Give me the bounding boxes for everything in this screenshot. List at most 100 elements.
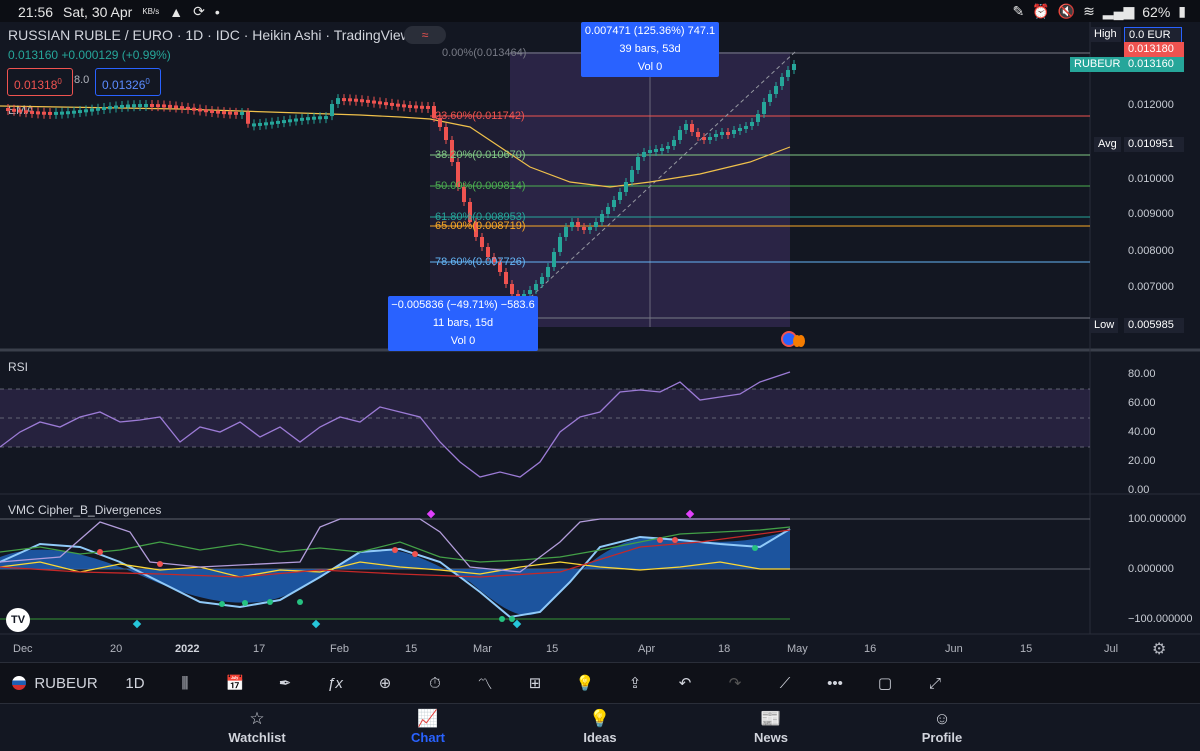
low-value: 0.005985 <box>1124 318 1184 333</box>
candle <box>228 111 232 115</box>
candle <box>276 120 280 124</box>
candle <box>186 106 190 110</box>
candle <box>342 98 346 102</box>
candle <box>270 121 274 125</box>
nav-watchlist[interactable]: ☆ Watchlist <box>197 708 317 745</box>
candle <box>66 111 70 115</box>
mute-icon: 🔇 <box>1057 3 1076 19</box>
candle <box>360 99 364 103</box>
nav-ideas[interactable]: 💡 Ideas <box>540 708 660 745</box>
candle <box>288 119 292 123</box>
candle <box>234 111 238 115</box>
candle <box>102 106 106 110</box>
candle <box>510 284 514 294</box>
candle <box>672 140 676 146</box>
strategy-chart-icon[interactable]: 〽 <box>460 673 510 694</box>
candle <box>42 111 46 115</box>
alert-clock-icon[interactable]: ⏱ <box>410 675 460 692</box>
candle <box>582 227 586 230</box>
measure-box-top[interactable]: 0.007471 (125.36%) 747.1 39 bars, 53d Vo… <box>581 22 719 77</box>
vmc-label[interactable]: VMC Cipher_B_Divergences <box>8 503 161 517</box>
fib-level-0: 0.00%(0.013464) <box>442 47 527 59</box>
compare-calendar-icon[interactable]: 📅 <box>210 674 260 692</box>
drawing-pen-icon[interactable]: ✒ <box>260 674 310 692</box>
fib-level-65: 65.00%(0.008719) <box>435 220 526 232</box>
candle <box>696 132 700 137</box>
candle <box>750 122 754 126</box>
date: Sat, 30 Apr <box>63 3 133 20</box>
alarm-icon: ⏰ <box>1032 3 1050 19</box>
candles-style-icon[interactable]: ⫼ <box>160 675 210 692</box>
interval-selector[interactable]: 1D <box>110 675 160 692</box>
candle <box>132 104 136 108</box>
candle <box>426 105 430 109</box>
candle <box>240 111 244 115</box>
candle <box>642 152 646 157</box>
candle <box>624 182 628 192</box>
candle <box>564 227 568 237</box>
share-icon[interactable]: ⇪ <box>610 674 660 692</box>
candle <box>78 110 82 114</box>
high-value: 0.013180 <box>1124 42 1184 57</box>
candle <box>174 105 178 109</box>
indicators-fx-icon[interactable]: ƒx <box>310 675 360 692</box>
candle <box>48 111 52 115</box>
candle <box>252 123 256 127</box>
price-chart[interactable] <box>0 22 1200 662</box>
undo-icon[interactable]: ↶ <box>660 674 710 692</box>
russia-flag-icon <box>12 676 27 690</box>
candle <box>690 124 694 132</box>
star-icon: ☆ <box>249 709 265 728</box>
battery-icon: ▮ <box>1178 3 1186 19</box>
candle <box>708 137 712 140</box>
nav-news[interactable]: 📰 News <box>711 708 831 745</box>
candle <box>618 192 622 200</box>
candle <box>336 98 340 105</box>
nav-chart[interactable]: 📈 Chart <box>368 708 488 745</box>
redo-icon[interactable]: ↷ <box>710 674 760 692</box>
settings-gear-icon[interactable]: ⚙ <box>1152 639 1166 659</box>
candle <box>246 111 250 124</box>
candle <box>732 130 736 134</box>
event-markers[interactable] <box>781 331 821 347</box>
candle <box>222 111 226 115</box>
bottom-nav: ☆ Watchlist 📈 Chart 💡 Ideas 📰 News ☺ Pro… <box>0 703 1200 751</box>
dot-icon: • <box>214 3 220 20</box>
fullscreen-icon[interactable]: ⤢ <box>910 675 960 692</box>
time-label: 18 <box>718 643 731 655</box>
more-dots-icon[interactable]: ••• <box>810 675 860 692</box>
candle <box>318 116 322 120</box>
candle <box>144 104 148 108</box>
tradingview-logo-icon: TV <box>6 608 30 632</box>
drawing-tools-icon[interactable]: ⟋ <box>760 675 810 692</box>
price-label: 0.009000 <box>1128 208 1174 220</box>
candle <box>90 108 94 112</box>
candle <box>570 222 574 227</box>
candle <box>528 290 532 294</box>
square-frame-icon[interactable]: ▢ <box>860 674 910 692</box>
candle <box>120 104 124 108</box>
candle <box>210 109 214 113</box>
measure-box-bottom[interactable]: −0.005836 (−49.71%) −583.6 11 bars, 15d … <box>388 296 538 351</box>
alert-icon: ▲ <box>169 3 184 20</box>
candle <box>264 122 268 126</box>
candle <box>216 110 220 114</box>
candle <box>762 102 766 114</box>
symbol-selector[interactable]: RUBEUR <box>0 675 110 692</box>
candle <box>108 106 112 110</box>
candle <box>612 200 616 207</box>
candle <box>84 109 88 113</box>
candle <box>60 111 64 115</box>
fib-level-236: 23.60%(0.011742) <box>435 110 525 122</box>
nav-profile[interactable]: ☺ Profile <box>882 708 1002 745</box>
layout-grid-icon[interactable]: ⊞ <box>510 674 560 692</box>
candle <box>702 137 706 140</box>
battery-level: 62% <box>1142 3 1171 20</box>
add-plus-icon[interactable]: ⊕ <box>360 674 410 692</box>
candle <box>546 267 550 277</box>
idea-bulb-icon[interactable]: 💡 <box>560 674 610 692</box>
candle <box>126 104 130 108</box>
candle <box>324 116 328 120</box>
candle <box>18 109 22 113</box>
rsi-label[interactable]: RSI <box>8 360 28 374</box>
